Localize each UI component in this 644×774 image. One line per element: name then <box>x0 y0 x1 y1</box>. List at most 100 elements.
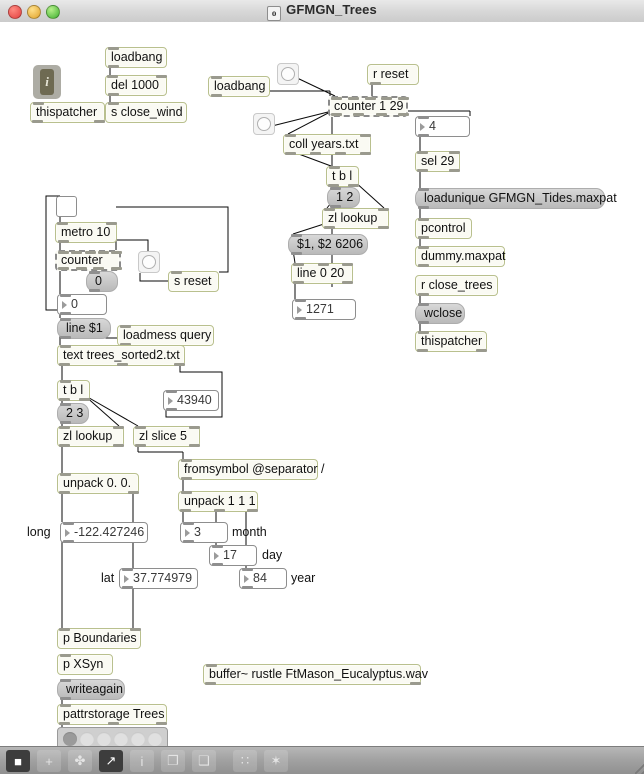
outlet[interactable] <box>59 398 70 401</box>
patcher-message-writeagain[interactable]: writeagain <box>57 679 125 700</box>
bang-object-bang_reset[interactable] <box>138 251 160 273</box>
bring-front-icon[interactable]: ❐ <box>161 750 185 772</box>
patcher-object-buffer_rustle[interactable]: buffer~ rustle FtMason_Eucalyptus.wav <box>203 664 428 685</box>
outlet[interactable] <box>111 267 122 270</box>
outlet[interactable] <box>180 509 191 512</box>
patcher-number-num_43940[interactable]: 43940 <box>163 390 219 411</box>
patcher-object-p_boundaries[interactable]: p Boundaries <box>57 628 141 649</box>
inlet[interactable] <box>418 188 429 191</box>
inlet[interactable] <box>63 522 74 525</box>
toggle-object-toggle_metro[interactable] <box>56 196 77 217</box>
zoom-button[interactable] <box>46 5 60 19</box>
patcher-message-line_s1[interactable]: line $1 <box>57 318 111 339</box>
patcher-object-text_trees[interactable]: text trees_sorted2.txt <box>57 345 185 366</box>
patcher-number-num_4[interactable]: 4 <box>415 116 470 137</box>
outlet[interactable] <box>417 169 428 172</box>
outlet[interactable] <box>93 267 104 270</box>
patcher-message-msg_vals[interactable]: $1, $2 6206 <box>288 234 368 255</box>
outlet[interactable] <box>122 586 133 589</box>
outlet[interactable] <box>242 586 253 589</box>
outlet[interactable] <box>418 293 429 296</box>
patcher-message-msg_2_3[interactable]: 2 3 <box>57 403 89 424</box>
patcher-object-metro_10[interactable]: metro 10 <box>55 222 117 243</box>
inlet[interactable] <box>418 116 429 119</box>
outlet[interactable] <box>89 289 100 292</box>
preset-slot-5[interactable] <box>131 732 145 746</box>
patcher-object-unpack_111[interactable]: unpack 1 1 1 <box>178 491 258 512</box>
inlet[interactable] <box>189 426 200 429</box>
patcher-object-t_b_l_1[interactable]: t b l <box>326 166 359 187</box>
outlet[interactable] <box>378 226 389 229</box>
outlet[interactable] <box>295 317 306 320</box>
patcher-number-num_month[interactable]: 3 <box>180 522 228 543</box>
easel-icon[interactable]: ↗ <box>99 750 123 772</box>
inlet[interactable] <box>291 234 302 237</box>
patcher-object-pcontrol[interactable]: pcontrol <box>415 218 472 239</box>
preset-slot-1[interactable] <box>63 732 77 746</box>
outlet[interactable] <box>174 363 185 366</box>
outlet[interactable] <box>58 267 69 270</box>
outlet[interactable] <box>285 152 296 155</box>
outlet[interactable] <box>291 252 302 255</box>
outlet[interactable] <box>398 113 409 116</box>
outlet[interactable] <box>214 509 225 512</box>
outlet[interactable] <box>418 206 429 209</box>
patcher-number-num_year[interactable]: 84 <box>239 568 287 589</box>
outlet[interactable] <box>60 312 71 315</box>
outlet[interactable] <box>63 540 74 543</box>
inlet[interactable] <box>418 303 429 306</box>
outlet[interactable] <box>376 113 387 116</box>
outlet[interactable] <box>247 509 258 512</box>
close-button[interactable] <box>8 5 22 19</box>
patcher-message-msg_0[interactable]: 0 <box>86 271 118 292</box>
patcher-object-r_close_trees[interactable]: r close_trees <box>415 275 498 296</box>
outlet[interactable] <box>335 152 346 155</box>
patcher-object-counter_1_29[interactable]: counter 1 29 <box>328 96 409 117</box>
outlet[interactable] <box>117 363 128 366</box>
outlet[interactable] <box>211 94 222 97</box>
patcher-object-pattrstorage[interactable]: pattrstorage Trees <box>57 704 167 725</box>
outlet[interactable] <box>449 169 460 172</box>
patcher-object-zl_slice_5[interactable]: zl slice 5 <box>133 426 200 447</box>
inlet[interactable] <box>60 294 71 297</box>
patcher-object-counter_left[interactable]: counter <box>55 250 122 271</box>
info-icon[interactable]: i <box>130 750 154 772</box>
plus-icon[interactable]: + <box>37 750 61 772</box>
outlet[interactable] <box>32 120 43 123</box>
outlet[interactable] <box>58 240 69 243</box>
outlet[interactable] <box>108 722 119 725</box>
patcher-canvas[interactable]: i thispatcher loadbang del 1000 s close_win… <box>0 22 644 746</box>
patcher-object-loadmess_query[interactable]: loadmess query <box>117 325 214 346</box>
outlet[interactable] <box>183 540 194 543</box>
outlet[interactable] <box>59 491 70 494</box>
bang-object-bang_top1[interactable] <box>277 63 299 85</box>
patcher-number-num_day[interactable]: 17 <box>209 545 257 566</box>
minimize-button[interactable] <box>27 5 41 19</box>
outlet[interactable] <box>417 349 428 352</box>
lock-icon[interactable]: ■ <box>6 750 30 772</box>
outlet[interactable] <box>410 682 421 685</box>
outlet[interactable] <box>418 321 429 324</box>
patcher-number-num_1271[interactable]: 1271 <box>292 299 356 320</box>
outlet[interactable] <box>360 152 371 155</box>
inlet[interactable] <box>183 522 194 525</box>
grid-icon[interactable]: ∷ <box>233 750 257 772</box>
patcher-object-unpack_00[interactable]: unpack 0. 0. <box>57 473 139 494</box>
inlet[interactable] <box>242 568 253 571</box>
inlet[interactable] <box>60 318 71 321</box>
outlet[interactable] <box>94 120 105 123</box>
outlet[interactable] <box>108 65 119 68</box>
inlet[interactable] <box>330 187 341 190</box>
outlet[interactable] <box>418 134 429 137</box>
outlet[interactable] <box>181 477 192 480</box>
patcher-number-num_0[interactable]: 0 <box>57 294 107 315</box>
preset-slot-4[interactable] <box>114 732 128 746</box>
patcher-object-s_reset[interactable]: s reset <box>168 271 219 292</box>
outlet[interactable] <box>59 722 70 725</box>
patcher-object-p_xsyn[interactable]: p XSyn <box>57 654 113 675</box>
outlet[interactable] <box>79 398 90 401</box>
outlet[interactable] <box>60 697 71 700</box>
outlet[interactable] <box>108 93 119 96</box>
outlet[interactable] <box>60 336 71 339</box>
preset-slot-3[interactable] <box>97 732 111 746</box>
